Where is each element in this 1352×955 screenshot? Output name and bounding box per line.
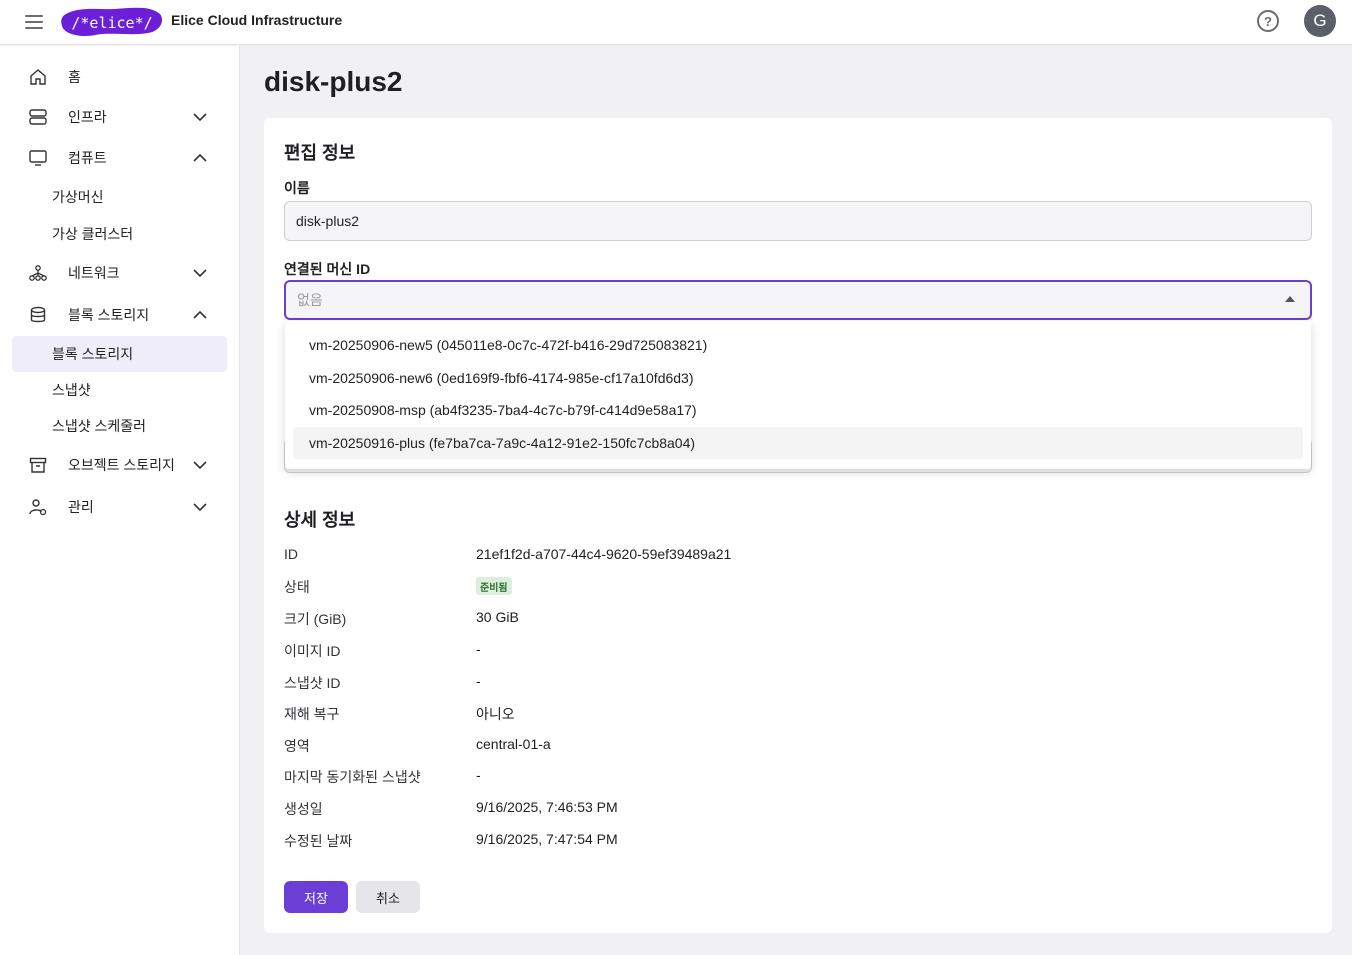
sidebar: 홈 인프라 컴퓨트 가상머신 가상 클러스터 네트워크 블록 스토리지 블록 스… (0, 46, 240, 955)
sidebar-item-snapshot-scheduler[interactable]: 스냅샷 스케줄러 (12, 408, 227, 444)
page-title: disk-plus2 (264, 66, 403, 97)
detail-value-snapshot-id: - (476, 673, 481, 689)
sidebar-item-network[interactable]: 네트워크 (12, 255, 227, 291)
sidebar-item-home[interactable]: 홈 (12, 59, 227, 95)
cancel-button[interactable]: 취소 (356, 881, 420, 913)
sidebar-item-label: 관리 (68, 499, 94, 515)
dropdown-option-highlighted[interactable]: vm-20250916-plus (fe7ba7ca-7a9c-4a12-91e… (293, 427, 1303, 459)
machine-id-dropdown: vm-20250906-new5 (045011e8-0c7c-472f-b41… (285, 321, 1311, 469)
home-icon (30, 69, 46, 85)
details-section-title: 상세 정보 (284, 510, 356, 530)
detail-key-snapshot-id: 스냅샷 ID (284, 675, 341, 691)
chevron-down-icon[interactable] (192, 109, 208, 125)
detail-key-disaster-recovery: 재해 복구 (284, 706, 340, 722)
archive-icon (29, 457, 47, 473)
sidebar-item-label: 홈 (68, 69, 81, 85)
menu-icon[interactable] (25, 12, 45, 30)
detail-value-modified: 9/16/2025, 7:47:54 PM (476, 831, 618, 847)
detail-key-size: 크기 (GiB) (284, 611, 347, 627)
detail-value-image-id: - (476, 641, 481, 657)
sidebar-item-infra[interactable]: 인프라 (12, 99, 227, 135)
detail-value-created: 9/16/2025, 7:46:53 PM (476, 799, 618, 815)
sidebar-item-block-storage-list[interactable]: 블록 스토리지 (12, 336, 227, 372)
sidebar-item-block-storage[interactable]: 블록 스토리지 (12, 297, 227, 333)
sidebar-item-label: 네트워크 (68, 265, 120, 281)
sidebar-item-management[interactable]: 관리 (12, 489, 227, 525)
sidebar-item-label: 인프라 (68, 109, 107, 125)
detail-key-zone: 영역 (284, 738, 310, 754)
name-label: 이름 (284, 180, 310, 196)
detail-key-modified: 수정된 날짜 (284, 833, 353, 849)
help-icon[interactable]: ? (1257, 10, 1279, 32)
chevron-down-icon[interactable] (192, 457, 208, 473)
svg-text:/*elice*/: /*elice*/ (71, 14, 152, 32)
sidebar-item-snapshot[interactable]: 스냅샷 (12, 372, 227, 408)
chevron-up-icon[interactable] (192, 307, 208, 323)
detail-key-created: 생성일 (284, 801, 323, 817)
dropdown-option[interactable]: vm-20250906-new5 (045011e8-0c7c-472f-b41… (293, 329, 1303, 361)
sidebar-item-virtual-cluster[interactable]: 가상 클러스터 (12, 216, 227, 252)
detail-key-last-synced-snapshot: 마지막 동기화된 스냅샷 (284, 769, 421, 785)
sidebar-subitem-label: 스냅샷 (52, 382, 91, 398)
database-icon (30, 306, 46, 323)
app-title: Elice Cloud Infrastructure (171, 12, 343, 28)
detail-value-zone: central-01-a (476, 736, 551, 752)
machine-id-select[interactable] (284, 280, 1312, 320)
user-gear-icon (29, 499, 47, 516)
sidebar-item-label: 컴퓨트 (68, 150, 107, 166)
detail-key-id: ID (284, 546, 298, 562)
sidebar-subitem-label: 가상 클러스터 (52, 226, 134, 242)
sidebar-item-label: 오브젝트 스토리지 (68, 457, 175, 473)
network-icon (29, 265, 47, 281)
avatar[interactable]: G (1304, 5, 1336, 37)
chevron-down-icon[interactable] (192, 265, 208, 281)
sidebar-item-object-storage[interactable]: 오브젝트 스토리지 (12, 447, 227, 483)
status-badge: 준비됨 (476, 577, 512, 595)
monitor-icon (29, 150, 47, 166)
edit-card: 편집 정보 이름 연결된 머신 ID 상세 정보 ID 21ef1f2d-a70… (264, 118, 1332, 933)
name-input[interactable] (284, 201, 1312, 241)
detail-value-id: 21ef1f2d-a707-44c4-9620-59ef39489a21 (476, 546, 732, 562)
edit-section-title: 편집 정보 (284, 143, 356, 163)
detail-value-size: 30 GiB (476, 609, 519, 625)
machine-id-label: 연결된 머신 ID (284, 261, 371, 277)
sidebar-subitem-label: 블록 스토리지 (52, 346, 134, 362)
detail-key-status: 상태 (284, 579, 310, 595)
sidebar-item-compute[interactable]: 컴퓨트 (12, 140, 227, 176)
chevron-up-icon[interactable] (192, 150, 208, 166)
dropdown-option[interactable]: vm-20250908-msp (ab4f3235-7ba4-4c7c-b79f… (293, 394, 1303, 426)
server-icon (29, 109, 47, 125)
top-bar: /*elice*/ Elice Cloud Infrastructure ? G (0, 0, 1352, 45)
chevron-down-icon[interactable] (192, 499, 208, 515)
caret-up-icon[interactable] (1285, 296, 1295, 302)
sidebar-subitem-label: 가상머신 (52, 189, 104, 205)
detail-value-last-synced-snapshot: - (476, 767, 481, 783)
sidebar-item-virtual-machine[interactable]: 가상머신 (12, 179, 227, 215)
dropdown-option[interactable]: vm-20250906-new6 (0ed169f9-fbf6-4174-985… (293, 362, 1303, 394)
detail-value-disaster-recovery: 아니오 (476, 706, 515, 722)
save-button[interactable]: 저장 (284, 881, 348, 913)
detail-key-image-id: 이미지 ID (284, 643, 341, 659)
sidebar-subitem-label: 스냅샷 스케줄러 (52, 418, 147, 434)
elice-logo[interactable]: /*elice*/ (60, 6, 164, 38)
sidebar-item-label: 블록 스토리지 (68, 307, 150, 323)
